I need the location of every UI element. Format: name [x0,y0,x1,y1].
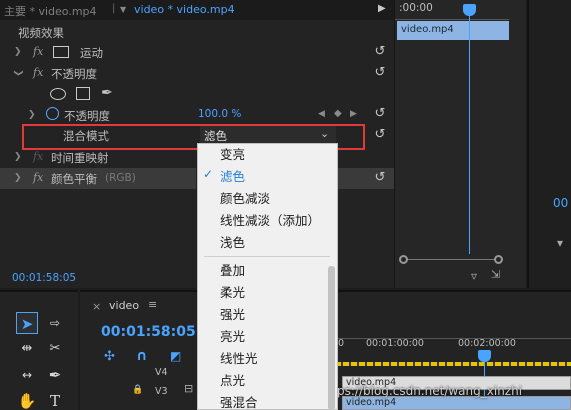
transform-icon[interactable] [53,46,69,58]
watermark: https://blog.csdn.net/wang_xinzhi [320,384,523,398]
ellipse-icon[interactable] [50,88,66,100]
track-select-icon[interactable]: ⇨ [44,312,66,334]
mask-tools: ✒ [0,84,394,105]
ruler-label-1: 00:01:00:00 [366,338,424,349]
opacity-value[interactable]: 100.0 % [198,108,241,120]
snap-icon[interactable]: ✣ [104,349,115,364]
panel-tabs: 主要 * video.mp4 | ▼ video * video.mp4 ▶ [0,0,394,20]
ruler-label-2: 00:02:00:00 [458,338,516,349]
sync-icon[interactable]: ⊟ [184,382,193,395]
menu-item[interactable]: 强光 [220,304,245,323]
track-label-v3: V3 [155,386,168,397]
track-label-v4: V4 [155,367,168,378]
stopwatch-icon[interactable] [46,107,59,120]
menu-item[interactable]: 柔光 [220,282,245,301]
current-timecode[interactable]: 00:01:58:05 [12,272,76,284]
color-balance-row-bg: ↺ [338,168,394,189]
select-tool-icon[interactable]: ➤ [16,312,38,334]
chevron-down-icon[interactable]: ▼ [120,5,126,14]
playhead-handle[interactable] [463,4,476,16]
render-bar [335,362,571,366]
close-icon[interactable]: × [92,300,101,313]
menu-item[interactable]: 亮光 [220,326,245,345]
effect-timeline: :00:00 video.mp4 ▿ ⇲ [394,0,526,288]
linked-selection-icon[interactable]: ◩ [170,349,181,363]
program-timecode-partial: 00 [553,196,569,210]
fx-icon[interactable]: fx [33,45,43,58]
type-icon[interactable]: T [44,390,66,410]
slip-icon[interactable]: ↔ [16,364,38,386]
export-icon[interactable]: ⇲ [491,268,500,281]
marker-icon[interactable]: ▾ [557,236,563,250]
effect-color-balance[interactable]: ❯ fx 颜色平衡 (RGB) [0,168,196,189]
timeline-timecode[interactable]: 00:01:58:05 [101,324,196,340]
effect-motion[interactable]: ❯ fx 运动 ↺ [0,42,394,63]
reset-icon[interactable]: ↺ [373,45,387,59]
mini-ruler-time: :00:00 [399,2,433,14]
pen-icon[interactable]: ✒ [101,85,113,101]
menu-item-selected[interactable]: 滤色 [220,166,245,185]
prev-keyframe-icon[interactable]: ◀ [318,109,325,119]
menu-separator [204,256,330,257]
dropdown-scrollbar[interactable] [328,266,335,409]
playhead-line [469,4,470,254]
razor-icon[interactable]: ✂ [44,338,66,360]
effect-label-color-balance: 颜色平衡 [51,172,97,186]
param-label-opacity: 不透明度 [64,109,110,123]
reset-icon[interactable]: ↺ [373,128,387,142]
effect-label-time-remap: 时间重映射 [51,151,109,165]
expand-arrow-icon[interactable]: ❯ [14,173,22,183]
collapse-arrow-icon[interactable]: ❯ [13,69,23,77]
menu-item[interactable]: 线性减淡（添加） [220,210,320,229]
menu-item[interactable]: 浅色 [220,232,245,251]
rectangle-icon[interactable] [76,87,90,100]
checkmark-icon: ✓ [203,167,214,181]
effect-label-motion: 运动 [80,46,103,60]
section-title: 视频效果 [18,26,64,40]
timeline-playhead-handle[interactable] [478,350,491,362]
blend-mode-dropdown[interactable]: 变亮 ✓ 滤色 颜色减淡 线性减淡（添加） 浅色 叠加 柔光 强光 亮光 线性光… [197,143,338,410]
lock-icon[interactable]: 🔒 [132,385,143,395]
expand-arrow-icon[interactable]: ❯ [14,47,22,57]
sequence-name[interactable]: video [109,299,139,312]
program-monitor-edge: 00 ▾ [527,0,571,288]
section-header: 视频效果 [0,22,394,43]
reset-icon[interactable]: ↺ [373,66,387,80]
add-keyframe-icon[interactable]: ◆ [334,108,342,119]
menu-item[interactable]: 点光 [220,370,245,389]
reset-icon[interactable]: ↺ [373,171,387,185]
fx-icon[interactable]: fx [33,171,43,184]
ruler-edge-label: 0 [338,338,345,349]
tab-separator: | [112,3,116,14]
magnet-icon[interactable]: ∩ [136,348,147,364]
menu-item[interactable]: 变亮 [220,144,245,163]
tab-sequence[interactable]: video * video.mp4 [134,3,235,16]
effect-opacity[interactable]: ❯ fx 不透明度 ↺ [0,63,394,84]
tab-main[interactable]: 主要 * video.mp4 [4,3,97,19]
expand-arrow-icon[interactable]: ❯ [28,110,36,120]
ruler-line [395,19,509,20]
play-arrow-icon[interactable]: ▶ [378,3,386,14]
expand-arrow-icon[interactable]: ❯ [14,152,22,162]
fx-icon: fx [33,150,44,163]
mini-clip[interactable]: video.mp4 [397,21,509,40]
pen-tool-icon[interactable]: ✒ [44,364,66,386]
timeline-clip[interactable]: video.mp4 [342,396,571,410]
effect-label-opacity: 不透明度 [51,67,97,81]
menu-item[interactable]: 线性光 [220,348,258,367]
fx-icon[interactable]: fx [33,66,43,79]
menu-icon[interactable]: ≡ [148,298,157,311]
effect-label-suffix: (RGB) [105,172,136,184]
opacity-param-row: ❯ 不透明度 100.0 % ◀ ◆ ▶ ↺ [0,104,394,125]
menu-item[interactable]: 叠加 [220,260,245,279]
tools-panel: ➤ ⇨ ⇹ ✂ ↔ ✒ ✋ T [0,290,78,410]
ripple-icon[interactable]: ⇹ [16,338,38,360]
filter-icon[interactable]: ▿ [471,269,477,283]
next-keyframe-icon[interactable]: ▶ [350,109,357,119]
menu-item[interactable]: 强混合 [220,392,258,409]
menu-item[interactable]: 颜色减淡 [220,188,270,207]
zoom-scrollbar[interactable] [399,255,503,265]
hand-icon[interactable]: ✋ [16,390,38,410]
reset-icon[interactable]: ↺ [373,107,387,121]
